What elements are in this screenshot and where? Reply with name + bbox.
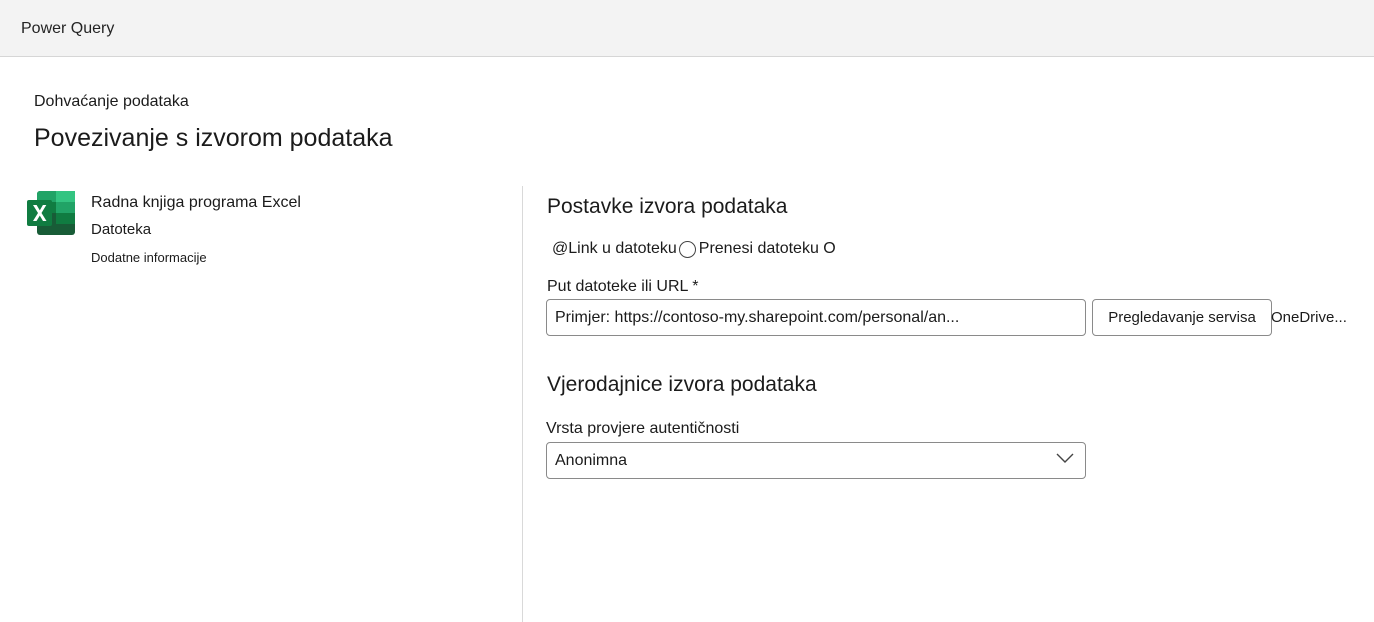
auth-type-select[interactable]: Anonimna bbox=[546, 442, 1086, 479]
radio-upload-label[interactable]: Prenesi datoteku O bbox=[699, 240, 836, 258]
browse-button-overflow-text: OneDrive... bbox=[1271, 309, 1347, 326]
radio-upload-button[interactable] bbox=[678, 240, 696, 258]
page-title: Povezivanje s izvorom podataka bbox=[34, 124, 393, 152]
credentials-section-title: Vjerodajnice izvora podataka bbox=[547, 373, 817, 396]
chevron-down-icon bbox=[1055, 451, 1075, 465]
connector-category: Datoteka bbox=[91, 221, 152, 238]
auth-type-value: Anonimna bbox=[555, 452, 628, 469]
connector-name: Radna knjiga programa Excel bbox=[91, 194, 301, 211]
path-label: Put datoteke ili URL * bbox=[547, 278, 699, 295]
browse-onedrive-button[interactable]: Pregledavanje servisa bbox=[1092, 299, 1272, 336]
panel-divider bbox=[522, 186, 523, 622]
radio-link-label[interactable]: @Link u datoteku bbox=[552, 240, 677, 258]
auth-type-label: Vrsta provjere autentičnosti bbox=[546, 420, 740, 437]
file-path-input[interactable]: Primjer: https://contoso-my.sharepoint.c… bbox=[546, 299, 1086, 336]
title-bar: Power Query bbox=[0, 0, 1374, 57]
more-info-link[interactable]: Dodatne informacije bbox=[91, 250, 207, 265]
excel-icon bbox=[27, 191, 75, 235]
settings-section-title: Postavke izvora podataka bbox=[547, 195, 788, 218]
breadcrumb: Dohvaćanje podataka bbox=[34, 93, 189, 110]
app-title: Power Query bbox=[21, 20, 115, 37]
file-source-radio-group: @Link u datoteku Prenesi datoteku O bbox=[552, 240, 836, 258]
